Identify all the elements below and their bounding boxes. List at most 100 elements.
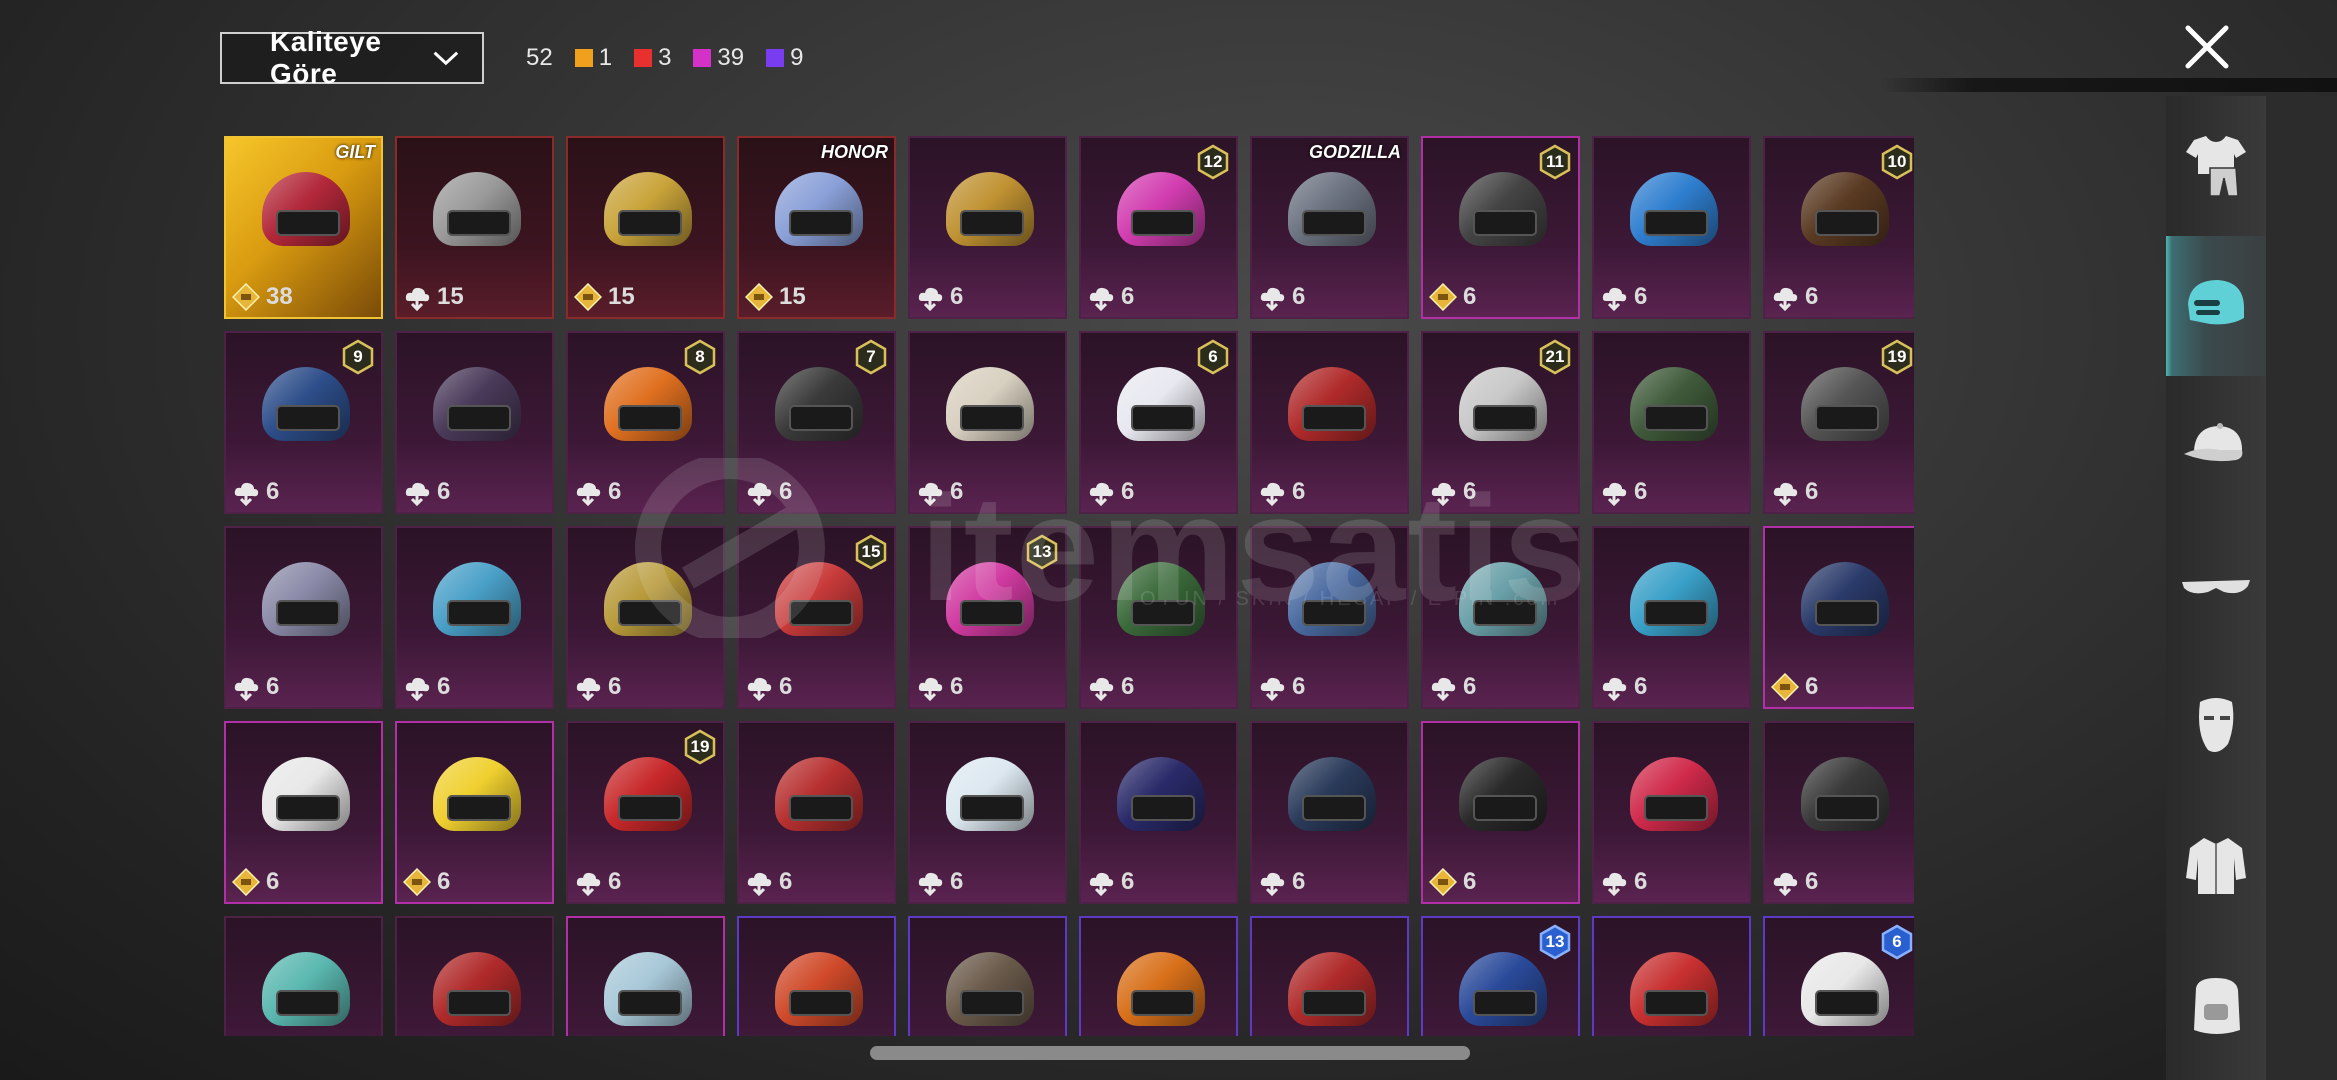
item-cost: 6 (232, 478, 279, 506)
inventory-item[interactable] (908, 916, 1067, 1036)
cloud-token-icon (1773, 287, 1798, 311)
inventory-item[interactable]: 6 (1592, 331, 1751, 514)
item-cost-value: 6 (608, 868, 622, 895)
item-cost: 6 (1771, 283, 1818, 311)
inventory-item[interactable]: 76 (737, 331, 896, 514)
inventory-item[interactable] (566, 916, 725, 1036)
inventory-item[interactable]: 6 (1763, 721, 1914, 904)
inventory-item[interactable] (1079, 916, 1238, 1036)
cloud-token-icon (1260, 677, 1285, 701)
sort-dropdown[interactable]: Kaliteye Göre (220, 26, 484, 89)
inventory-item[interactable]: 6 (395, 331, 554, 514)
inventory-item[interactable]: 6 (1592, 721, 1751, 904)
sidebar-item-outfit[interactable] (2166, 96, 2266, 236)
inventory-item[interactable]: 13 6 (908, 526, 1067, 709)
inventory-item[interactable]: GODZILLA 6 (1250, 136, 1409, 319)
inventory-item[interactable] (395, 916, 554, 1036)
inventory-item[interactable]: 6 (1250, 331, 1409, 514)
sidebar-item-glasses[interactable] (2166, 516, 2266, 656)
helmet-image (1624, 952, 1724, 1036)
inventory-item[interactable]: 21 6 (1421, 331, 1580, 514)
inventory-item[interactable]: 6 (1250, 526, 1409, 709)
inventory-item[interactable] (224, 916, 383, 1036)
item-cost-value: 6 (1634, 478, 1648, 505)
inventory-item[interactable]: 6 (1592, 136, 1751, 319)
inventory-item[interactable]: 86 (566, 331, 725, 514)
close-icon[interactable] (2182, 22, 2232, 72)
outfit-icon (2186, 136, 2246, 197)
item-cost: 6 (574, 673, 621, 701)
inventory-item[interactable] (1250, 916, 1409, 1036)
inventory-item[interactable]: 6 (908, 136, 1067, 319)
inventory-item[interactable]: 6 (1421, 721, 1580, 904)
inventory-item[interactable]: 6 (1079, 526, 1238, 709)
cloud-token-icon (1089, 677, 1114, 701)
inventory-item[interactable]: 10 6 (1763, 136, 1914, 319)
inventory-item[interactable]: GILT 38 (224, 136, 383, 319)
sidebar-item-cap[interactable] (2166, 376, 2266, 516)
inventory-item[interactable]: 19 6 (566, 721, 725, 904)
inventory-item[interactable]: 6 (566, 526, 725, 709)
quality-swatch-icon (693, 49, 712, 67)
inventory-item[interactable]: 6 (1421, 526, 1580, 709)
inventory-item[interactable]: 11 6 (1421, 136, 1580, 319)
quality-count-purple: 9 (766, 44, 803, 72)
level-badge: 8 (683, 339, 717, 375)
inventory-item[interactable]: 66 (1079, 331, 1238, 514)
gold-token-icon (232, 868, 260, 896)
inventory-item[interactable]: 13 (1421, 916, 1580, 1036)
item-cost-value: 6 (950, 673, 964, 700)
inventory-item[interactable]: 6 (395, 721, 554, 904)
sidebar-item-helmet[interactable] (2166, 236, 2266, 376)
level-badge-number: 6 (1892, 932, 1902, 951)
inventory-item[interactable]: HONOR 15 (737, 136, 896, 319)
inventory-item[interactable]: 96 (224, 331, 383, 514)
sidebar-item-backpack[interactable] (2166, 936, 2266, 1076)
helmet-image (427, 952, 527, 1036)
sidebar-item-mask[interactable] (2166, 656, 2266, 796)
inventory-item[interactable]: 6 (1250, 721, 1409, 904)
item-cost-value: 6 (1634, 868, 1648, 895)
helmet-image (1111, 562, 1211, 652)
sidebar-item-jacket[interactable] (2166, 796, 2266, 936)
item-cost-value: 6 (1463, 283, 1477, 310)
helmet-image (427, 367, 527, 457)
inventory-item[interactable]: 6 (395, 526, 554, 709)
helmet-image (1624, 367, 1724, 457)
helmet-image (769, 757, 869, 847)
gold-token-icon (1429, 868, 1457, 896)
inventory-item[interactable]: 6 (1763, 916, 1914, 1036)
helmet-image (427, 172, 527, 262)
item-cost: 6 (1771, 673, 1818, 701)
inventory-item[interactable]: 6 (224, 526, 383, 709)
inventory-item[interactable]: 15 (566, 136, 725, 319)
level-badge-number: 19 (690, 737, 710, 756)
inventory-item[interactable]: 6 (737, 721, 896, 904)
inventory-item[interactable]: 19 6 (1763, 331, 1914, 514)
inventory-item[interactable]: 6 (224, 721, 383, 904)
item-cost: 6 (232, 673, 279, 701)
item-cost: 6 (1600, 673, 1647, 701)
cloud-token-icon (918, 677, 943, 701)
inventory-item[interactable]: 6 (1079, 721, 1238, 904)
gold-token-icon (574, 283, 602, 311)
inventory-item[interactable]: 12 6 (1079, 136, 1238, 319)
inventory-item[interactable]: 6 (908, 721, 1067, 904)
inventory-item[interactable] (737, 916, 896, 1036)
gold-token-icon (745, 283, 773, 311)
inventory-item[interactable]: 6 (908, 331, 1067, 514)
level-badge-number: 10 (1887, 152, 1907, 171)
inventory-item[interactable]: 15 (395, 136, 554, 319)
cloud-token-icon (918, 287, 943, 311)
item-cost-value: 6 (950, 478, 964, 505)
item-cost: 6 (745, 478, 792, 506)
horizontal-scrollbar[interactable] (870, 1046, 1470, 1060)
level-badge: 13 (1025, 534, 1059, 570)
item-cost: 6 (1087, 283, 1134, 311)
inventory-item[interactable]: 6 (1592, 526, 1751, 709)
item-cost: 6 (1258, 478, 1305, 506)
inventory-item[interactable]: 6 (1763, 526, 1914, 709)
inventory-item[interactable]: 15 6 (737, 526, 896, 709)
inventory-item[interactable] (1592, 916, 1751, 1036)
cloud-token-icon (1089, 872, 1114, 896)
